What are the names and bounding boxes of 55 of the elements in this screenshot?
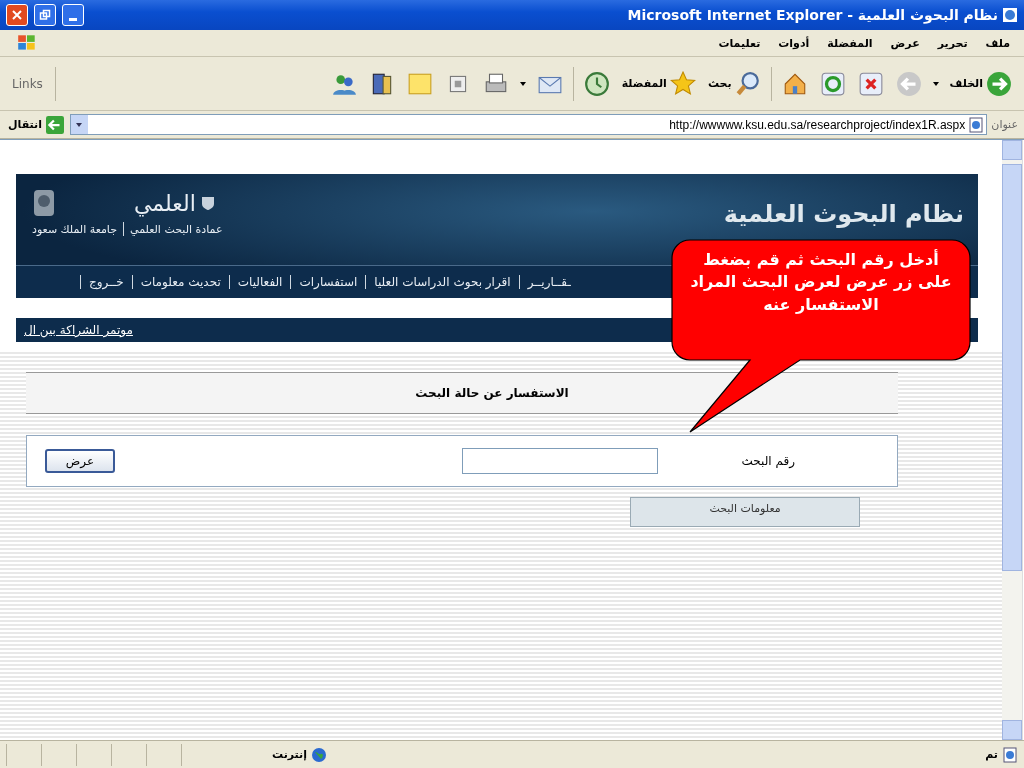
- shield-icon: [199, 195, 216, 211]
- dropdown-arrow-icon[interactable]: [518, 79, 527, 88]
- page-icon: [968, 116, 985, 133]
- nav-link[interactable]: خــروج: [89, 275, 124, 289]
- left-arrow-icon: [46, 115, 64, 134]
- globe-icon: [311, 746, 327, 763]
- window-title: نظام البحوث العلمية - Microsoft Internet Explorer: [627, 7, 998, 23]
- status-text: تم: [985, 748, 998, 761]
- stop-icon: [857, 70, 884, 97]
- dropdown-arrow-icon[interactable]: [75, 120, 84, 129]
- menu-item[interactable]: تحرير: [937, 36, 968, 50]
- links-label[interactable]: Links: [8, 76, 47, 91]
- info-tab[interactable]: معلومات البحث: [630, 497, 860, 527]
- refresh-icon: [819, 70, 846, 97]
- browser-icon: [1002, 7, 1018, 23]
- news-link[interactable]: موتمر الشراكة بين ال: [24, 323, 133, 337]
- field-label: رقم البحث: [741, 454, 795, 468]
- dropdown-arrow-icon[interactable]: [931, 79, 940, 88]
- scrollbar[interactable]: [1002, 140, 1023, 740]
- go-button[interactable]: انتقال: [6, 115, 66, 134]
- menu-item[interactable]: عرض: [890, 36, 920, 50]
- menu-item[interactable]: المفضلة: [827, 36, 873, 50]
- restore-icon: [39, 9, 51, 21]
- menu-item[interactable]: ملف: [985, 36, 1010, 50]
- page-icon: [1002, 746, 1018, 763]
- back-button[interactable]: الخلف: [947, 68, 1014, 99]
- search-button[interactable]: بحث: [705, 68, 763, 99]
- logo-text: العلمي: [134, 190, 196, 216]
- menu-item[interactable]: تعليمات: [718, 36, 761, 50]
- search-icon: [734, 70, 761, 97]
- address-field[interactable]: http://wwwww.ksu.edu.sa/researchproject/index1R.aspx: [70, 114, 988, 135]
- restore-button[interactable]: [34, 4, 56, 26]
- close-button[interactable]: [6, 4, 28, 26]
- deanship-name: عمادة البحث العلمي: [130, 222, 223, 236]
- menu-item[interactable]: أدوات: [778, 36, 810, 50]
- university-name: جامعة الملك سعود: [32, 222, 118, 236]
- research-number-field[interactable]: [461, 448, 658, 474]
- callout-text: أدخل رقم البحث ثم قم بضغط على زر عرض لعرض البحث المراد الاستفسار عنه: [689, 249, 953, 316]
- minimize-button[interactable]: [62, 4, 84, 26]
- clock-icon: [583, 70, 610, 97]
- star-icon: [669, 70, 696, 97]
- nav-link[interactable]: اقرار بحوث الدراسات العليا: [374, 275, 511, 289]
- site-title: نظام البحوث العلمية: [723, 200, 964, 228]
- minimize-icon: [69, 17, 77, 21]
- nav-link[interactable]: استفسارات: [299, 275, 358, 289]
- nav-link[interactable]: ـقــاريــر: [527, 275, 571, 289]
- show-button[interactable]: عرض: [45, 449, 115, 473]
- zone-text: إنترنت: [272, 748, 307, 761]
- close-icon: [11, 9, 23, 21]
- nav-link[interactable]: تحديث معلومات: [140, 275, 221, 289]
- nav-link[interactable]: الفعاليات: [237, 275, 283, 289]
- address-label: عنوان: [991, 118, 1018, 131]
- emblem-icon: [32, 188, 56, 218]
- favorites-button[interactable]: المفضلة: [619, 68, 698, 99]
- section-heading: الاستفسار عن حالة البحث: [26, 372, 898, 414]
